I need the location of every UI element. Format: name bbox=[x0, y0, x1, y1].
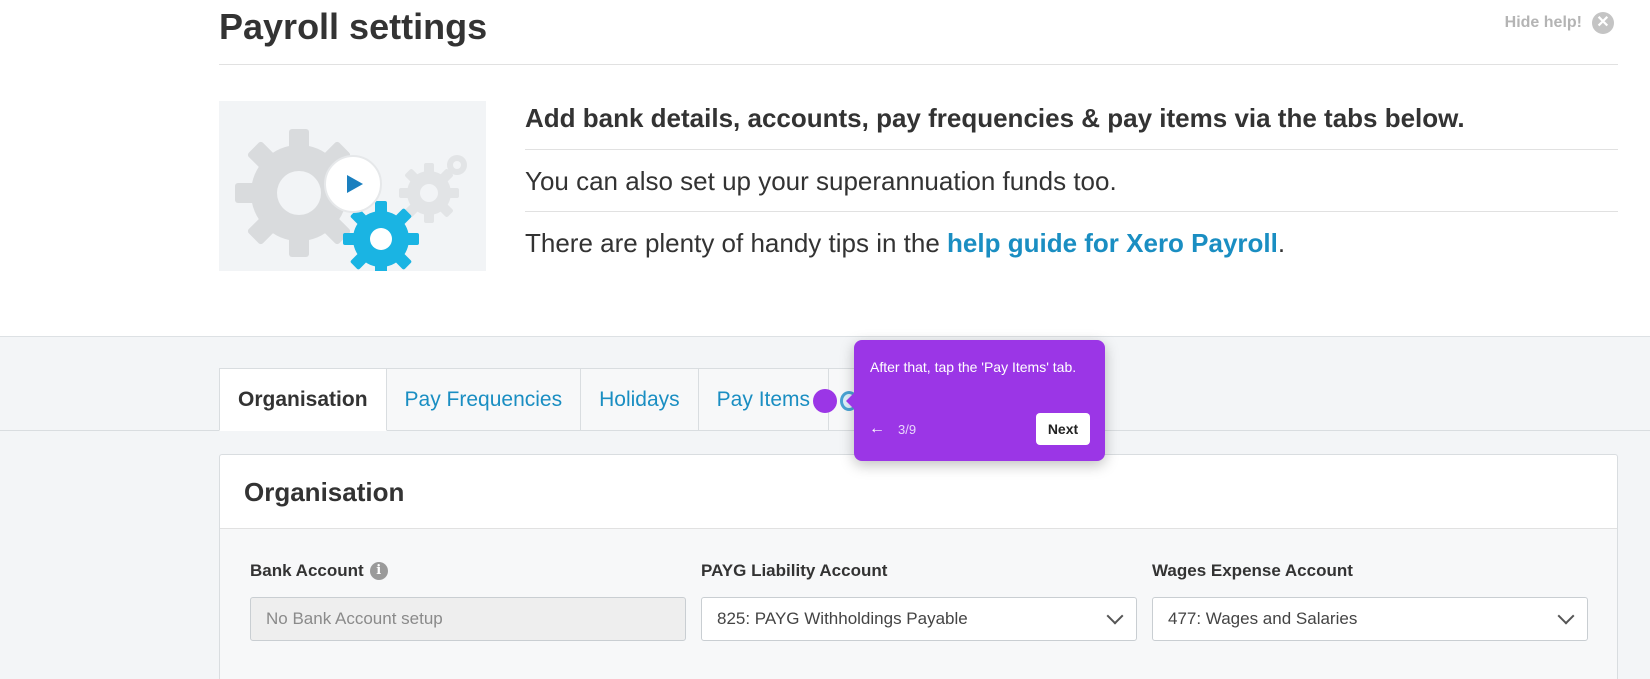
gears-illustration bbox=[235, 129, 467, 271]
bank-account-input[interactable]: No Bank Account setup bbox=[250, 597, 686, 641]
guide-hotspot[interactable] bbox=[813, 389, 837, 413]
wages-expense-select[interactable]: 477: Wages and Salaries bbox=[1152, 597, 1588, 641]
hide-help-button[interactable]: Hide help! ✕ bbox=[1505, 12, 1614, 34]
title-divider bbox=[219, 64, 1618, 65]
step-counter: 3/9 bbox=[898, 422, 917, 437]
page-title: Payroll settings bbox=[219, 6, 488, 47]
chevron-down-icon bbox=[1557, 607, 1575, 625]
payg-liability-label: PAYG Liability Account bbox=[701, 561, 888, 580]
help-guide-suffix: . bbox=[1277, 228, 1286, 258]
tab-holidays[interactable]: Holidays bbox=[581, 368, 699, 431]
wages-expense-label: Wages Expense Account bbox=[1152, 561, 1353, 580]
info-icon[interactable]: i bbox=[369, 562, 388, 580]
back-arrow-icon[interactable]: ← bbox=[869, 420, 885, 438]
bank-account-label: Bank Account bbox=[250, 561, 364, 580]
help-line-superannuation: You can also set up your superannuation … bbox=[525, 150, 1618, 212]
settings-tabs: Organisation Pay Frequencies Holidays Pa… bbox=[219, 368, 866, 431]
tiny-gear-icon bbox=[447, 155, 467, 175]
payg-liability-value: 825: PAYG Withholdings Payable bbox=[717, 609, 968, 628]
next-button[interactable]: Next bbox=[1036, 413, 1090, 445]
tab-organisation[interactable]: Organisation bbox=[219, 368, 387, 431]
guide-tooltip: After that, tap the 'Pay Items' tab. ← 3… bbox=[846, 340, 1105, 461]
chevron-down-icon bbox=[1106, 607, 1124, 625]
payg-liability-field: PAYG Liability Account 825: PAYG Withhol… bbox=[701, 561, 1137, 641]
payg-liability-select[interactable]: 825: PAYG Withholdings Payable bbox=[701, 597, 1137, 641]
payroll-settings-page: Payroll settings Hide help! ✕ Add bank d… bbox=[0, 0, 1650, 679]
help-guide-link[interactable]: help guide for Xero Payroll bbox=[947, 228, 1278, 258]
help-heading: Add bank details, accounts, pay frequenc… bbox=[525, 100, 1618, 150]
wages-expense-value: 477: Wages and Salaries bbox=[1168, 609, 1358, 628]
help-video-thumbnail[interactable] bbox=[219, 101, 486, 271]
bank-account-field: Bank Account i No Bank Account setup bbox=[250, 561, 686, 641]
tooltip-text: After that, tap the 'Pay Items' tab. bbox=[870, 359, 1077, 375]
tab-pay-items[interactable]: Pay Items bbox=[698, 368, 830, 431]
play-icon bbox=[324, 155, 382, 213]
help-panel: Add bank details, accounts, pay frequenc… bbox=[525, 100, 1618, 273]
help-guide-prefix: There are plenty of handy tips in the bbox=[525, 228, 948, 258]
organisation-panel: Organisation bbox=[219, 454, 1618, 679]
bank-account-label-row: Bank Account i bbox=[250, 561, 388, 581]
wages-expense-field: Wages Expense Account 477: Wages and Sal… bbox=[1152, 561, 1588, 641]
close-icon: ✕ bbox=[1592, 12, 1614, 34]
help-line-guide: There are plenty of handy tips in the he… bbox=[525, 212, 1618, 273]
bank-account-value: No Bank Account setup bbox=[266, 609, 443, 628]
tab-pay-frequencies[interactable]: Pay Frequencies bbox=[386, 368, 582, 431]
panel-title: Organisation bbox=[220, 455, 1617, 529]
hide-help-label: Hide help! bbox=[1504, 14, 1582, 31]
